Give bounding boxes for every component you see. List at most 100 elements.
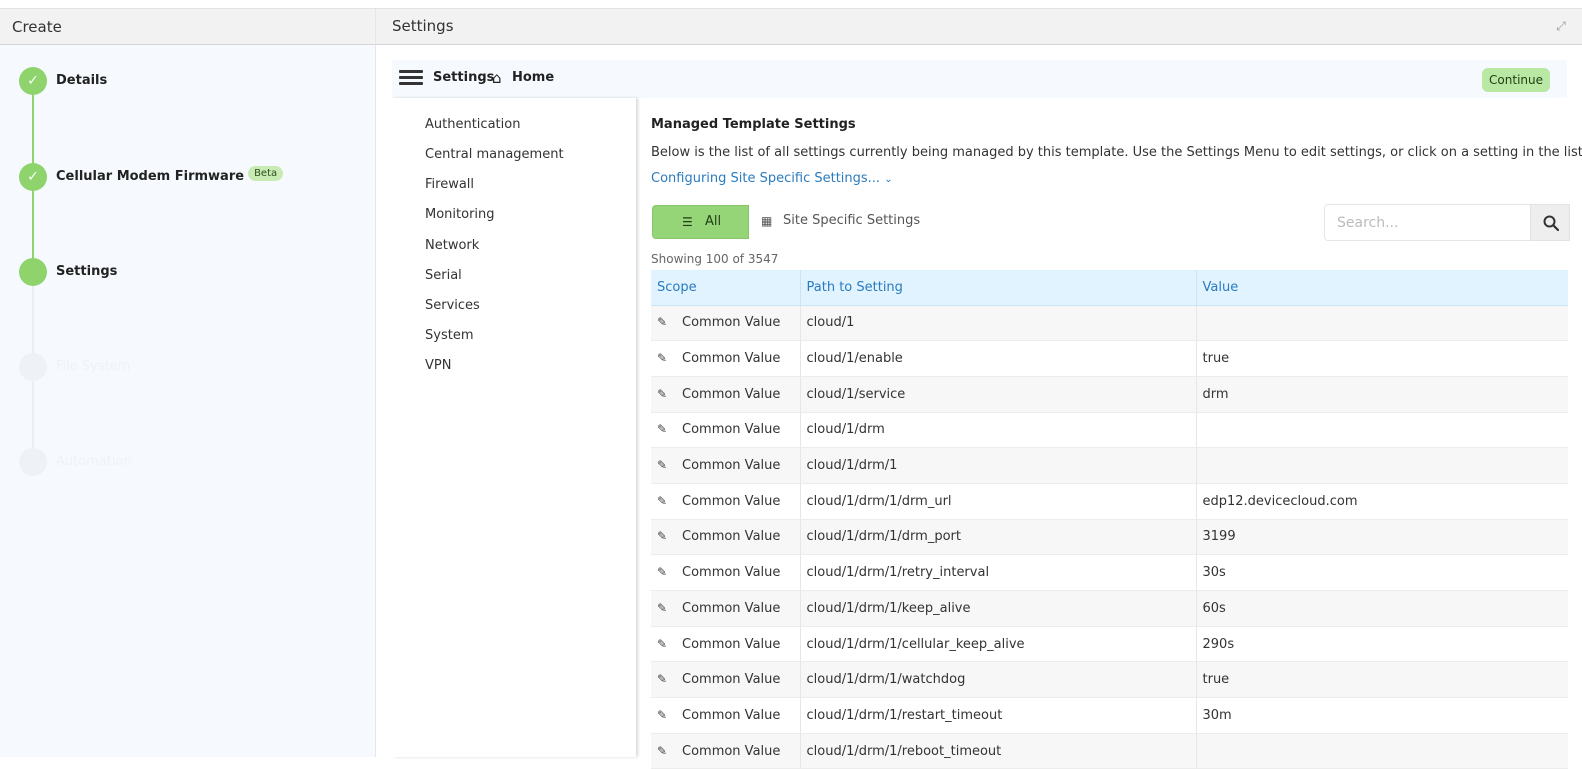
table-row[interactable]: ✎ Common Value cloud/1/drm/1/reboot_timeou… <box>651 733 1568 769</box>
value-cell[interactable]: edp12.devicecloud.com <box>1196 483 1568 520</box>
home-icon[interactable]: ⌂ <box>492 69 502 87</box>
path-cell[interactable]: cloud/1/drm/1/retry_interval <box>800 554 1197 591</box>
table-row[interactable]: ✎ Common Value cloud/1/drm/1/drm_url edp12.… <box>651 483 1568 520</box>
edit-icon[interactable]: ✎ <box>657 387 671 401</box>
wizard-step-settings[interactable]: Settings <box>19 258 319 288</box>
menu-item-network[interactable]: Network <box>425 238 479 253</box>
scope-cell[interactable]: ✎ Common Value <box>651 447 801 484</box>
edit-icon[interactable]: ✎ <box>657 672 671 686</box>
search-input[interactable] <box>1324 204 1530 241</box>
table-row[interactable]: ✎ Common Value cloud/1/drm/1 <box>651 447 1568 484</box>
edit-icon[interactable]: ✎ <box>657 744 671 758</box>
value-cell[interactable]: 30m <box>1196 697 1568 734</box>
table-row[interactable]: ✎ Common Value cloud/1/drm <box>651 412 1568 449</box>
edit-icon[interactable]: ✎ <box>657 708 671 722</box>
scope-cell[interactable]: ✎ Common Value <box>651 412 801 449</box>
scope-cell[interactable]: ✎ Common Value <box>651 519 801 556</box>
edit-icon[interactable]: ✎ <box>657 494 671 508</box>
value-cell[interactable] <box>1196 412 1568 449</box>
pending-step-dot <box>19 448 47 476</box>
path-cell[interactable]: cloud/1/drm <box>800 412 1197 449</box>
edit-icon[interactable]: ✎ <box>657 422 671 436</box>
edit-icon[interactable]: ✎ <box>657 351 671 365</box>
value-cell[interactable]: true <box>1196 661 1568 699</box>
menu-item-serial[interactable]: Serial <box>425 268 462 283</box>
edit-icon[interactable]: ✎ <box>657 529 671 543</box>
path-cell[interactable]: cloud/1/drm/1/cellular_keep_alive <box>800 626 1197 663</box>
value-cell[interactable]: 60s <box>1196 590 1568 627</box>
column-header-value[interactable]: Value <box>1196 270 1568 306</box>
filter-site-specific-label: Site Specific Settings <box>783 213 921 228</box>
wizard-step-file-system[interactable]: File System <box>19 353 319 383</box>
scope-cell[interactable]: ✎ Common Value <box>651 483 801 520</box>
menu-item-vpn[interactable]: VPN <box>425 358 451 373</box>
path-cell[interactable]: cloud/1/drm/1/watchdog <box>800 661 1197 699</box>
table-row[interactable]: ✎ Common Value cloud/1/drm/1/cellular_keep… <box>651 626 1568 663</box>
menu-item-monitoring[interactable]: Monitoring <box>425 207 495 222</box>
scope-cell[interactable]: ✎ Common Value <box>651 554 801 591</box>
scope-cell[interactable]: ✎ Common Value <box>651 733 801 769</box>
search-button[interactable] <box>1530 204 1570 241</box>
table-row[interactable]: ✎ Common Value cloud/1/drm/1/retry_interva… <box>651 554 1568 591</box>
continue-button[interactable]: Continue <box>1482 68 1550 92</box>
path-cell[interactable]: cloud/1/drm/1/drm_port <box>800 519 1197 556</box>
path-cell[interactable]: cloud/1 <box>800 305 1197 342</box>
check-icon: ✓ <box>19 163 47 191</box>
menu-item-authentication[interactable]: Authentication <box>425 117 520 132</box>
wizard-step-details[interactable]: ✓ Details <box>19 67 319 97</box>
value-cell[interactable] <box>1196 305 1568 342</box>
path-cell[interactable]: cloud/1/service <box>800 376 1197 413</box>
table-row[interactable]: ✎ Common Value cloud/1/enable true <box>651 340 1568 377</box>
managed-settings-content: Managed Template Settings Below is the l… <box>651 98 1582 769</box>
value-cell[interactable]: drm <box>1196 376 1568 413</box>
edit-icon[interactable]: ✎ <box>657 458 671 472</box>
scope-cell[interactable]: ✎ Common Value <box>651 305 801 342</box>
wizard-step-cellular-modem-firmware[interactable]: ✓ Cellular Modem Firmware Beta <box>19 163 319 193</box>
table-row[interactable]: ✎ Common Value cloud/1/drm/1/restart_timeo… <box>651 697 1568 734</box>
path-cell[interactable]: cloud/1/enable <box>800 340 1197 377</box>
path-cell[interactable]: cloud/1/drm/1/restart_timeout <box>800 697 1197 734</box>
breadcrumb-settings[interactable]: Settings <box>433 70 494 85</box>
scope-cell[interactable]: ✎ Common Value <box>651 626 801 663</box>
menu-item-system[interactable]: System <box>425 328 473 343</box>
table-row[interactable]: ✎ Common Value cloud/1/drm/1/drm_port 3199 <box>651 519 1568 556</box>
create-panel-header: Create <box>0 9 376 45</box>
menu-item-services[interactable]: Services <box>425 298 480 313</box>
table-row[interactable]: ✎ Common Value cloud/1/drm/1/keep_alive 60s <box>651 590 1568 627</box>
wizard-step-automation[interactable]: Automation <box>19 448 319 478</box>
scope-cell[interactable]: ✎ Common Value <box>651 340 801 377</box>
path-cell[interactable]: cloud/1/drm/1/keep_alive <box>800 590 1197 627</box>
value-cell[interactable]: true <box>1196 340 1568 377</box>
table-row[interactable]: ✎ Common Value cloud/1 <box>651 305 1568 342</box>
column-header-path[interactable]: Path to Setting <box>800 270 1197 306</box>
scope-cell[interactable]: ✎ Common Value <box>651 697 801 734</box>
wizard-step-label: Automation <box>56 454 132 469</box>
filter-all-button[interactable]: ☰ All <box>652 205 749 239</box>
edit-icon[interactable]: ✎ <box>657 565 671 579</box>
path-cell[interactable]: cloud/1/drm/1 <box>800 447 1197 484</box>
edit-icon[interactable]: ✎ <box>657 601 671 615</box>
column-header-scope[interactable]: Scope <box>651 270 801 306</box>
table-row[interactable]: ✎ Common Value cloud/1/service drm <box>651 376 1568 413</box>
configuring-site-specific-link[interactable]: Configuring Site Specific Settings... ⌄ <box>651 171 893 186</box>
edit-icon[interactable]: ✎ <box>657 637 671 651</box>
collapse-icon[interactable]: ⤢ <box>1554 19 1568 33</box>
menu-item-firewall[interactable]: Firewall <box>425 177 474 192</box>
hamburger-menu-icon[interactable] <box>399 70 423 86</box>
table-row[interactable]: ✎ Common Value cloud/1/drm/1/watchdog true <box>651 661 1568 699</box>
path-cell[interactable]: cloud/1/drm/1/reboot_timeout <box>800 733 1197 769</box>
scope-cell[interactable]: ✎ Common Value <box>651 661 801 699</box>
scope-cell[interactable]: ✎ Common Value <box>651 590 801 627</box>
scope-text: Common Value <box>682 315 781 331</box>
edit-icon[interactable]: ✎ <box>657 315 671 329</box>
value-cell[interactable] <box>1196 447 1568 484</box>
menu-item-central-management[interactable]: Central management <box>425 147 564 162</box>
value-cell[interactable] <box>1196 733 1568 769</box>
scope-cell[interactable]: ✎ Common Value <box>651 376 801 413</box>
filter-site-specific-button[interactable]: ▦ Site Specific Settings <box>749 205 939 239</box>
breadcrumb-home[interactable]: Home <box>512 70 554 85</box>
value-cell[interactable]: 30s <box>1196 554 1568 591</box>
value-cell[interactable]: 3199 <box>1196 519 1568 556</box>
value-cell[interactable]: 290s <box>1196 626 1568 663</box>
path-cell[interactable]: cloud/1/drm/1/drm_url <box>800 483 1197 520</box>
